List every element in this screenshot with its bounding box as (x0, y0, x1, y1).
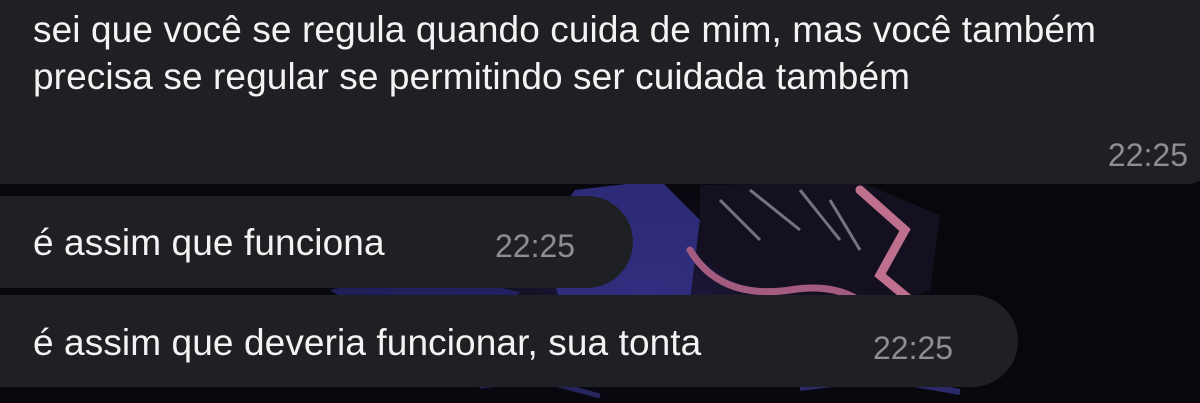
message-timestamp: 22:25 (1107, 137, 1188, 173)
message-text: é assim que deveria funcionar, sua tonta (33, 322, 702, 363)
message-text: sei que você se regula quando cuida de m… (33, 9, 1097, 97)
message-text: é assim que funciona (33, 222, 385, 263)
message-bubble[interactable]: sei que você se regula quando cuida de m… (0, 0, 1200, 184)
message-bubble[interactable]: é assim que deveria funcionar, sua tonta… (0, 295, 1018, 387)
message-bubble[interactable]: é assim que funciona 22:25 (0, 196, 633, 288)
message-timestamp: 22:25 (495, 228, 576, 264)
message-timestamp: 22:25 (873, 330, 954, 366)
